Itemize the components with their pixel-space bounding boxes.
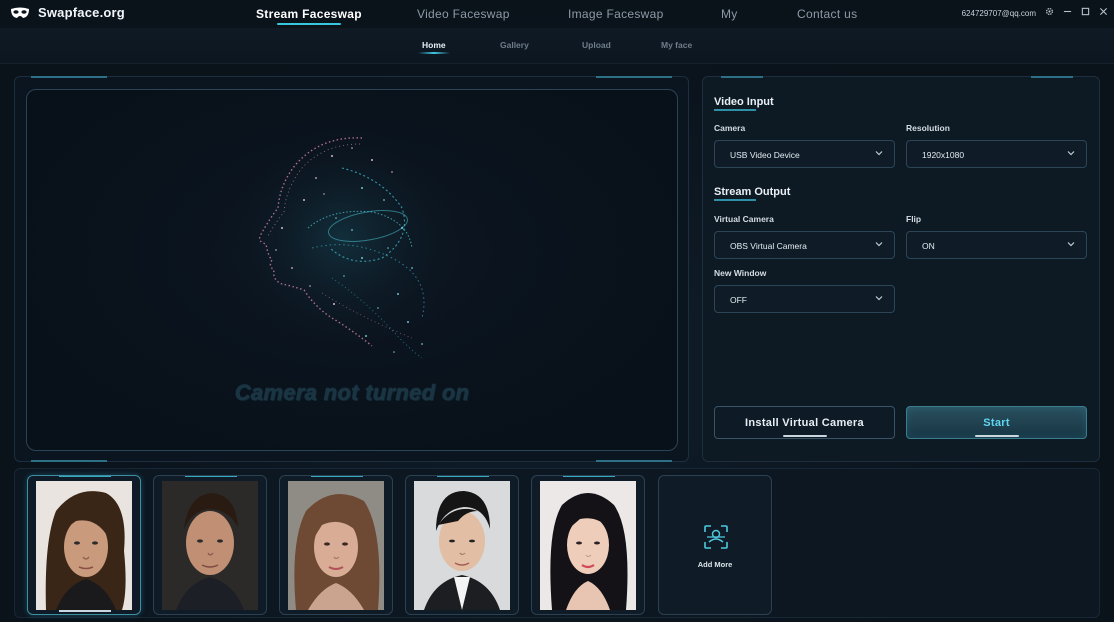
close-icon[interactable] (1098, 7, 1108, 19)
face-scan-icon (704, 525, 728, 549)
settings-panel: Video Input Camera USB Video Device Reso… (702, 76, 1100, 462)
minimize-icon[interactable] (1062, 7, 1072, 19)
panel-accent (31, 460, 107, 462)
card-accent (563, 476, 615, 477)
nav-contact-us[interactable]: Contact us (797, 7, 857, 21)
tab-my-face[interactable]: My face (661, 40, 692, 50)
add-more-button[interactable]: Add More (658, 475, 772, 615)
chevron-down-icon (875, 296, 883, 301)
chevron-down-icon (1067, 151, 1075, 156)
particle-face-illustration (222, 123, 462, 359)
title-bar: Swapface.org Stream Faceswap Video Faces… (0, 0, 1114, 28)
face-thumbnail (36, 481, 132, 610)
virtual-camera-value: OBS Virtual Camera (730, 241, 807, 251)
nav-image-faceswap[interactable]: Image Faceswap (568, 7, 664, 21)
start-button[interactable]: Start (906, 406, 1087, 439)
sub-nav: Home Gallery Upload My face (0, 28, 1114, 64)
flip-select[interactable]: ON (906, 231, 1087, 259)
card-accent (185, 476, 237, 477)
button-accent (974, 435, 1019, 437)
tab-gallery[interactable]: Gallery (500, 40, 529, 50)
button-accent (782, 435, 827, 437)
card-accent (59, 476, 111, 477)
panel-accent (596, 76, 672, 78)
resolution-value: 1920x1080 (922, 150, 965, 160)
face-gallery: Add More (14, 468, 1100, 618)
install-virtual-camera-label: Install Virtual Camera (745, 417, 864, 429)
nav-stream-faceswap[interactable]: Stream Faceswap (256, 7, 362, 25)
gear-icon[interactable] (1044, 7, 1054, 19)
account-email[interactable]: 624729707@qq.com (962, 9, 1036, 18)
flip-label: Flip (906, 214, 922, 224)
install-virtual-camera-button[interactable]: Install Virtual Camera (714, 406, 895, 439)
new-window-value: OFF (730, 295, 747, 305)
tab-home[interactable]: Home (418, 40, 450, 54)
camera-select[interactable]: USB Video Device (714, 140, 895, 168)
virtual-camera-label: Virtual Camera (714, 214, 774, 224)
selected-indicator (59, 610, 111, 612)
face-thumbnail (540, 481, 636, 610)
start-label: Start (983, 417, 1010, 429)
chevron-down-icon (1067, 242, 1075, 247)
virtual-camera-select[interactable]: OBS Virtual Camera (714, 231, 895, 259)
add-more-label: Add More (697, 560, 733, 569)
video-input-title: Video Input (714, 96, 774, 111)
panel-accent (1031, 76, 1073, 78)
panel-accent (721, 76, 763, 78)
panel-accent (596, 460, 672, 462)
face-thumbnail (162, 481, 258, 610)
face-card-1[interactable] (27, 475, 141, 615)
preview-panel: Camera not turned on (14, 76, 689, 462)
camera-value: USB Video Device (730, 150, 800, 160)
camera-preview: Camera not turned on (26, 89, 678, 451)
panel-accent (31, 76, 107, 78)
nav-my[interactable]: My (721, 7, 738, 21)
resolution-label: Resolution (906, 123, 950, 133)
app-window: Swapface.org Stream Faceswap Video Faces… (0, 0, 1114, 622)
new-window-select[interactable]: OFF (714, 285, 895, 313)
face-card-5[interactable] (531, 475, 645, 615)
maximize-icon[interactable] (1080, 7, 1090, 19)
window-controls: 624729707@qq.com (962, 7, 1108, 19)
chevron-down-icon (875, 242, 883, 247)
face-card-4[interactable] (405, 475, 519, 615)
chevron-down-icon (875, 151, 883, 156)
card-accent (437, 476, 489, 477)
new-window-label: New Window (714, 268, 767, 278)
resolution-select[interactable]: 1920x1080 (906, 140, 1087, 168)
face-card-2[interactable] (153, 475, 267, 615)
flip-value: ON (922, 241, 935, 251)
main-nav: Stream Faceswap Video Faceswap Image Fac… (0, 7, 1114, 25)
camera-label: Camera (714, 123, 746, 133)
face-thumbnail (288, 481, 384, 610)
tab-upload[interactable]: Upload (582, 40, 611, 50)
stream-output-title: Stream Output (714, 186, 791, 201)
nav-video-faceswap[interactable]: Video Faceswap (417, 7, 510, 21)
card-accent (311, 476, 363, 477)
camera-status-text: Camera not turned on (234, 380, 470, 405)
face-thumbnail (414, 481, 510, 610)
face-card-3[interactable] (279, 475, 393, 615)
